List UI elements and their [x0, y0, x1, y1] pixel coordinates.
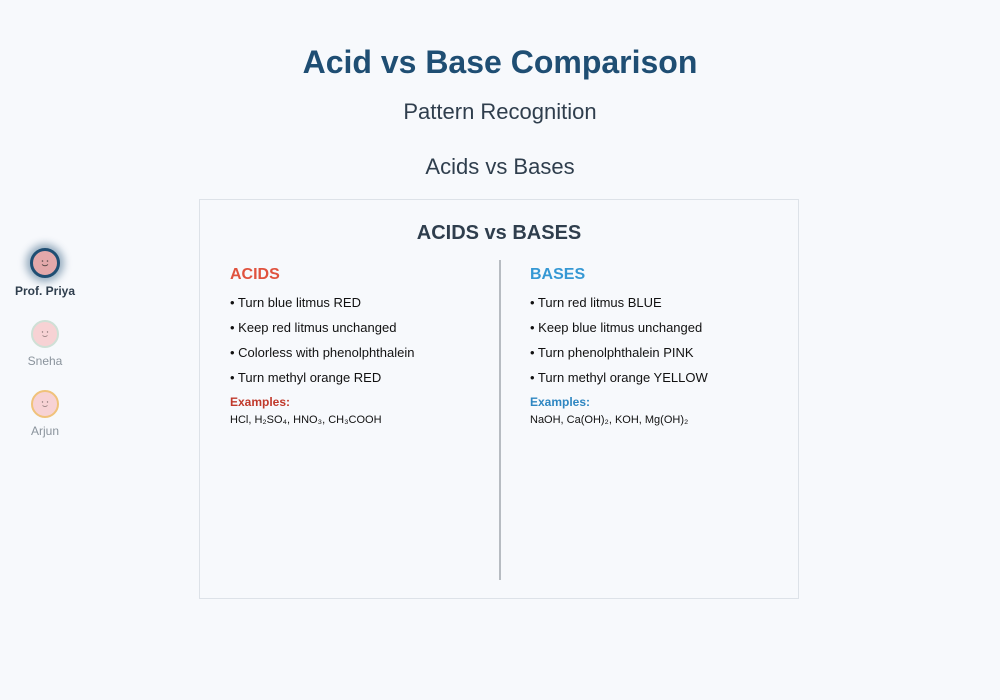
acid-property: • Colorless with phenolphthalein	[230, 345, 415, 360]
acids-heading: ACIDS	[230, 266, 280, 283]
participant-name: Arjun	[30, 424, 59, 438]
participant-avatar	[31, 320, 59, 348]
page-subtitle: Pattern Recognition	[403, 99, 597, 124]
acids-column: ACIDS • Turn blue litmus RED • Keep red …	[230, 266, 490, 426]
participant-prof-priya[interactable]: Prof. Priya	[0, 248, 90, 298]
acid-property: • Keep red litmus unchanged	[230, 320, 397, 335]
participant-sneha[interactable]: Sneha	[0, 320, 90, 368]
base-property: • Turn methyl orange YELLOW	[530, 370, 708, 385]
smiley-avatar-icon	[41, 260, 49, 267]
page-title: Acid vs Base Comparison	[302, 44, 698, 80]
board-title: ACIDS vs BASES	[416, 222, 582, 244]
bases-heading: BASES	[530, 266, 586, 283]
acid-examples-label: Examples:	[230, 395, 291, 409]
comparison-board: ACIDS vs BASES ACIDS • Turn blue litmus …	[199, 199, 799, 599]
base-property: • Turn phenolphthalein PINK	[530, 345, 694, 360]
base-examples-label: Examples:	[530, 395, 591, 409]
acid-property: • Turn blue litmus RED	[230, 295, 361, 310]
participant-name: Sneha	[27, 354, 63, 368]
bases-column: BASES • Turn red litmus BLUE • Keep blue…	[530, 266, 790, 426]
host-avatar	[30, 248, 60, 278]
lesson-page: Acid vs Base Comparison Pattern Recognit…	[0, 0, 1000, 700]
acid-examples: HCl, H₂SO₄, HNO₃, CH₃COOH	[230, 414, 382, 426]
smiley-avatar-icon	[41, 331, 49, 337]
section-heading: Acids vs Bases	[425, 154, 575, 179]
participant-avatar	[31, 390, 59, 418]
base-examples: NaOH, Ca(OH)₂, KOH, Mg(OH)₂	[530, 414, 689, 426]
smiley-avatar-icon	[41, 401, 49, 407]
base-property: • Turn red litmus BLUE	[530, 295, 662, 310]
base-property: • Keep blue litmus unchanged	[530, 320, 703, 335]
participant-arjun[interactable]: Arjun	[0, 390, 90, 438]
column-divider	[499, 260, 501, 580]
acid-property: • Turn methyl orange RED	[230, 370, 382, 385]
participant-name: Prof. Priya	[14, 284, 76, 298]
